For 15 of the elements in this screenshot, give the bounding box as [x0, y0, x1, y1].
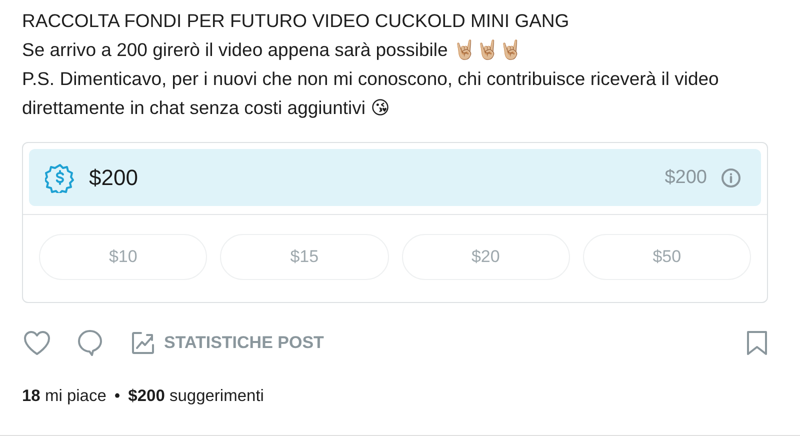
- post-text: RACCOLTA FONDI PER FUTURO VIDEO CUCKOLD MINI GANG: [22, 9, 570, 33]
- raised-amount: $200: [89, 164, 139, 190]
- heart-icon[interactable]: [22, 329, 52, 357]
- post-text: Se arrivo a 200 girerò il video appena sarà possibile 🤘🏼🤘🏼🤘🏼: [22, 38, 523, 62]
- dollar-badge-icon: [45, 162, 75, 192]
- post-summary-text: 18 mi piace: [22, 387, 106, 406]
- post-statistics-button[interactable]: STATISTICHE POST: [130, 330, 324, 356]
- post-text: P.S. Dimenticavo, per i nuovi che non mi conoscono, chi contribuisce riceverà il video direttamente in chat senza costi aggiuntivi 😘: [22, 67, 720, 120]
- goal-amount: $200: [664, 166, 707, 188]
- info-icon[interactable]: [721, 168, 741, 188]
- comment-icon[interactable]: [76, 328, 104, 358]
- post-summary-text: $200 suggerimenti: [128, 387, 264, 406]
- post-summary-text: •: [114, 387, 120, 406]
- bookmark-icon[interactable]: [744, 329, 770, 357]
- chart-icon: [130, 330, 156, 356]
